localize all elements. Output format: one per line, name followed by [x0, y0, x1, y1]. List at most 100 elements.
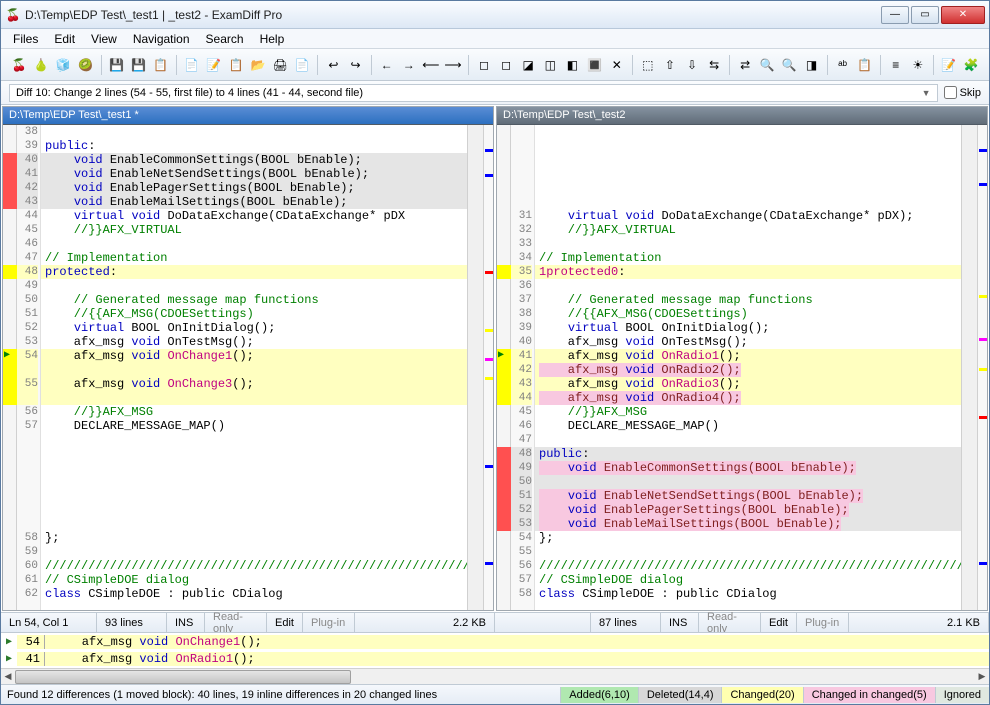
- marker-stripe: [3, 363, 17, 377]
- menu-navigation[interactable]: Navigation: [125, 30, 198, 48]
- toolbar-button-21[interactable]: ◪: [518, 54, 538, 76]
- toolbar-button-32[interactable]: 🔍: [779, 54, 799, 76]
- left-code-column[interactable]: public: void EnableCommonSettings(BOOL b…: [41, 125, 467, 610]
- toolbar-button-25[interactable]: ✕: [607, 54, 627, 76]
- left-pane: D:\Temp\EDP Test\_test1 * ▶ 383940414243…: [2, 106, 494, 611]
- overview-marker[interactable]: [979, 149, 987, 152]
- menu-view[interactable]: View: [83, 30, 125, 48]
- toolbar-button-26[interactable]: ⬚: [638, 54, 658, 76]
- skip-checkbox-label[interactable]: Skip: [944, 86, 981, 99]
- badge-deleted[interactable]: Deleted(14,4): [638, 687, 722, 703]
- overview-marker[interactable]: [979, 562, 987, 565]
- app-window: 🍒 D:\Temp\EDP Test\_test1 | _test2 - Exa…: [0, 0, 990, 705]
- overview-marker[interactable]: [485, 271, 493, 274]
- left-overview[interactable]: [483, 125, 493, 610]
- overview-marker[interactable]: [485, 465, 493, 468]
- maximize-button[interactable]: ▭: [911, 6, 939, 24]
- overview-marker[interactable]: [485, 329, 493, 332]
- toolbar-button-16[interactable]: →: [399, 54, 419, 76]
- right-pane-header: D:\Temp\EDP Test\_test2: [497, 107, 987, 125]
- toolbar-button-33[interactable]: ◨: [801, 54, 821, 76]
- marker-stripe: [497, 461, 511, 475]
- toolbar-button-1[interactable]: 🍐: [31, 54, 51, 76]
- toolbar-button-20[interactable]: ◻: [496, 54, 516, 76]
- overview-marker[interactable]: [485, 174, 493, 177]
- toolbar-button-35[interactable]: 📋: [855, 54, 875, 76]
- diff-message-dropdown[interactable]: Diff 10: Change 2 lines (54 - 55, first …: [9, 84, 938, 102]
- summary-text: Found 12 differences (1 moved block): 40…: [1, 689, 560, 701]
- menu-search[interactable]: Search: [198, 30, 252, 48]
- scroll-left-icon[interactable]: ◀: [1, 670, 15, 684]
- compare-panes: D:\Temp\EDP Test\_test1 * ▶ 383940414243…: [1, 105, 989, 612]
- scroll-thumb[interactable]: [15, 670, 351, 684]
- skip-checkbox[interactable]: [944, 86, 957, 99]
- overview-marker[interactable]: [979, 183, 987, 186]
- overview-marker[interactable]: [485, 562, 493, 565]
- menu-files[interactable]: Files: [5, 30, 46, 48]
- overview-marker[interactable]: [485, 149, 493, 152]
- toolbar-button-34[interactable]: ᵃᵇ: [833, 54, 853, 76]
- toolbar-button-12[interactable]: 📄: [292, 54, 312, 76]
- toolbar-button-4[interactable]: 💾: [106, 54, 126, 76]
- toolbar-button-10[interactable]: 📂: [248, 54, 268, 76]
- badge-added[interactable]: Added(6,10): [560, 687, 638, 703]
- toolbar-button-17[interactable]: ⟵: [421, 54, 441, 76]
- toolbar-button-29[interactable]: ⇆: [704, 54, 724, 76]
- badge-changed[interactable]: Changed(20): [721, 687, 802, 703]
- toolbar-button-6[interactable]: 📋: [151, 54, 171, 76]
- toolbar-button-36[interactable]: ≡: [886, 54, 906, 76]
- toolbar-button-30[interactable]: ⇄: [735, 54, 755, 76]
- left-code-view[interactable]: ▶ 38394041424344454647484950515253545556…: [3, 125, 493, 610]
- overview-marker[interactable]: [485, 377, 493, 380]
- overview-marker[interactable]: [979, 338, 987, 341]
- horizontal-scrollbar[interactable]: ◀ ▶: [1, 668, 989, 684]
- toolbar-button-8[interactable]: 📝: [204, 54, 224, 76]
- toolbar-button-23[interactable]: ◧: [562, 54, 582, 76]
- right-code-view[interactable]: ▶ 31323334353637383940414243444546474849…: [497, 125, 987, 610]
- right-gutter: 3132333435363738394041424344454647484950…: [511, 125, 535, 610]
- left-scrollbar[interactable]: [467, 125, 483, 610]
- toolbar-button-22[interactable]: ◫: [540, 54, 560, 76]
- toolbar-button-37[interactable]: ☀: [908, 54, 928, 76]
- toolbar-button-5[interactable]: 💾: [129, 54, 149, 76]
- scroll-track[interactable]: [15, 670, 975, 684]
- detail-line-text: afx_msg void OnChange1();: [45, 635, 989, 649]
- toolbar-button-27[interactable]: ⇧: [660, 54, 680, 76]
- overview-marker[interactable]: [979, 416, 987, 419]
- right-scrollbar[interactable]: [961, 125, 977, 610]
- toolbar-button-28[interactable]: ⇩: [682, 54, 702, 76]
- right-readonly: Read-only: [699, 613, 761, 632]
- toolbar-separator: [933, 55, 934, 75]
- toolbar-button-38[interactable]: 📝: [939, 54, 959, 76]
- toolbar-button-0[interactable]: 🍒: [9, 54, 29, 76]
- toolbar-button-14[interactable]: ↪: [345, 54, 365, 76]
- menu-edit[interactable]: Edit: [46, 30, 83, 48]
- menu-help[interactable]: Help: [252, 30, 293, 48]
- toolbar-button-31[interactable]: 🔍: [757, 54, 777, 76]
- left-pane-header: D:\Temp\EDP Test\_test1 *: [3, 107, 493, 125]
- overview-marker[interactable]: [485, 358, 493, 361]
- diff-message-text: Diff 10: Change 2 lines (54 - 55, first …: [16, 87, 363, 99]
- toolbar-button-18[interactable]: ⟶: [443, 54, 463, 76]
- right-code-column[interactable]: virtual void DoDataExchange(CDataExchang…: [535, 125, 961, 610]
- toolbar-button-7[interactable]: 📄: [182, 54, 202, 76]
- badge-changed-in-changed[interactable]: Changed in changed(5): [803, 687, 935, 703]
- toolbar-button-11[interactable]: 🖨: [270, 54, 290, 76]
- toolbar-button-19[interactable]: ◻: [474, 54, 494, 76]
- scroll-right-icon[interactable]: ▶: [975, 670, 989, 684]
- minimize-button[interactable]: —: [881, 6, 909, 24]
- overview-marker[interactable]: [979, 368, 987, 371]
- right-overview[interactable]: [977, 125, 987, 610]
- badge-ignored[interactable]: Ignored: [935, 687, 989, 703]
- toolbar-button-2[interactable]: 🧊: [53, 54, 73, 76]
- close-button[interactable]: ✕: [941, 6, 985, 24]
- toolbar-button-9[interactable]: 📋: [226, 54, 246, 76]
- overview-marker[interactable]: [979, 295, 987, 298]
- toolbar-button-3[interactable]: 🥝: [75, 54, 95, 76]
- toolbar-button-39[interactable]: 🧩: [961, 54, 981, 76]
- toolbar-separator: [468, 55, 469, 75]
- toolbar-button-15[interactable]: ←: [377, 54, 397, 76]
- marker-stripe: [3, 153, 17, 167]
- toolbar-button-24[interactable]: 🔳: [585, 54, 605, 76]
- toolbar-button-13[interactable]: ↩: [323, 54, 343, 76]
